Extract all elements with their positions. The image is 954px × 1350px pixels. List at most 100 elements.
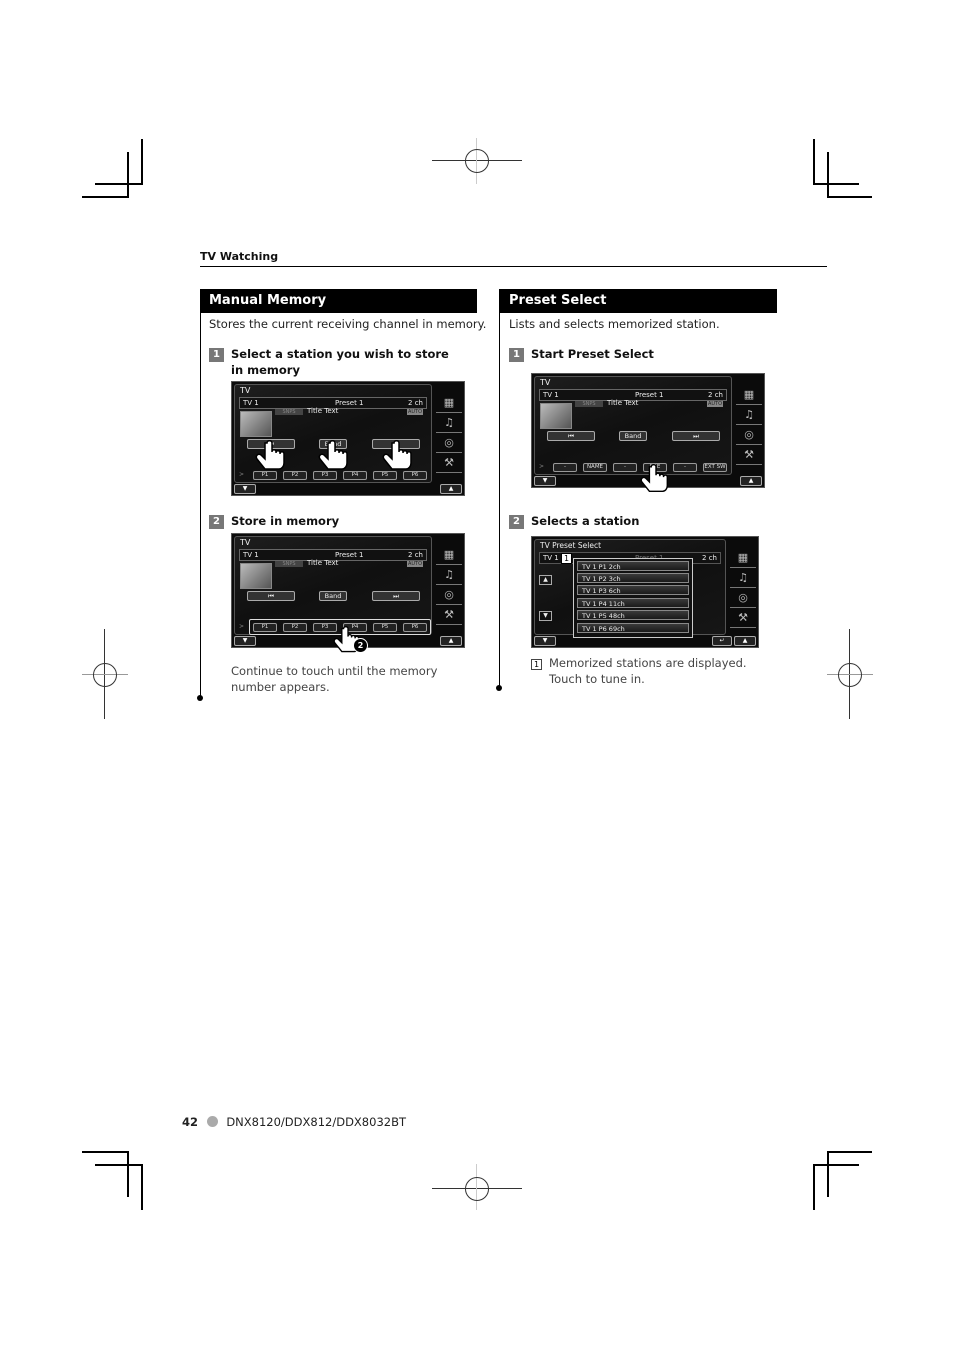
source-thumbnail <box>540 403 572 429</box>
snps-indicator: SNPS <box>275 409 303 415</box>
tools-icon[interactable]: ⚒ <box>436 606 462 625</box>
band-button[interactable]: Band <box>619 431 647 441</box>
station-item[interactable]: TV 1 P6 69ch <box>577 623 689 633</box>
channel-label: 2 ch <box>408 551 423 559</box>
bullet-dot-icon <box>206 1116 218 1127</box>
scroll-down-button[interactable]: ▼ <box>534 476 556 486</box>
column-end-dot <box>496 685 502 691</box>
speaker-icon[interactable]: ◎ <box>436 434 462 453</box>
scroll-up-button[interactable]: ▲ <box>740 476 762 486</box>
name-button[interactable]: NAME <box>583 463 607 472</box>
step-label: Start Preset Select <box>531 347 654 361</box>
auto-indicator: AUTO <box>407 561 423 567</box>
speaker-icon[interactable]: ◎ <box>436 586 462 605</box>
screen-title: TV <box>540 378 551 387</box>
func-button-3[interactable]: - <box>613 463 637 472</box>
band-button[interactable]: Band <box>319 591 347 601</box>
func-button-1[interactable]: - <box>553 463 577 472</box>
prev-channel-button[interactable]: ⏮ <box>247 591 295 601</box>
title-text: Title Text <box>607 399 639 407</box>
menu-icon[interactable]: ▦ <box>436 394 462 413</box>
auto-indicator: AUTO <box>407 409 423 415</box>
scroll-down-button[interactable]: ▼ <box>234 636 256 646</box>
step-label: Selects a station <box>531 514 640 528</box>
tools-icon[interactable]: ⚒ <box>436 454 462 473</box>
title-text: Title Text <box>307 407 339 415</box>
step-number: 1 <box>509 348 524 362</box>
column-rule-right <box>499 289 500 687</box>
preset-label: Preset 1 <box>335 551 364 559</box>
step-label: Store in memory <box>231 514 340 528</box>
page-footer: 42 DNX8120/DDX812/DDX8032BT <box>182 1115 406 1129</box>
station-item[interactable]: TV 1 P2 3ch <box>577 573 689 583</box>
more-icon[interactable]: > <box>239 471 244 478</box>
preset-button-p2[interactable]: P2 <box>283 623 307 632</box>
list-down-button[interactable]: ▼ <box>539 611 552 621</box>
more-icon[interactable]: > <box>539 463 544 470</box>
station-item[interactable]: TV 1 P4 11ch <box>577 598 689 608</box>
manual-memory-step-2: 2 Store in memory <box>209 513 339 529</box>
music-icon[interactable]: ♫ <box>730 569 756 588</box>
ext-sw-button[interactable]: EXT SW <box>703 463 727 472</box>
menu-icon[interactable]: ▦ <box>436 546 462 565</box>
timer-badge-icon: 2 <box>353 638 368 653</box>
preset-button-p1[interactable]: P1 <box>253 623 277 632</box>
source-label: TV 1 <box>243 551 259 559</box>
title-text: Title Text <box>307 559 339 567</box>
prev-channel-button[interactable]: ⏮ <box>547 431 595 441</box>
scroll-up-button[interactable]: ▲ <box>734 636 756 646</box>
music-icon[interactable]: ♫ <box>436 414 462 433</box>
source-thumbnail <box>240 563 272 589</box>
screen-title: TV Preset Select <box>540 541 602 550</box>
note-text: Memorized stations are displayed. Touch … <box>549 656 747 686</box>
preset-label: Preset 1 <box>635 391 664 399</box>
snps-indicator: SNPS <box>575 401 603 407</box>
manual-memory-note: Continue to touch until the memory numbe… <box>231 664 438 694</box>
manual-memory-description: Stores the current receiving channel in … <box>209 317 487 331</box>
touch-hand-icon <box>382 440 416 474</box>
preset-select-step-1: 1 Start Preset Select <box>509 346 654 362</box>
preset-select-description: Lists and selects memorized station. <box>509 317 720 331</box>
touch-hand-icon <box>640 464 672 496</box>
preset-select-heading: Preset Select <box>500 289 777 313</box>
snps-indicator: SNPS <box>275 561 303 567</box>
more-icon[interactable]: > <box>239 623 244 630</box>
model-numbers: DNX8120/DDX812/DDX8032BT <box>226 1115 406 1129</box>
speaker-icon[interactable]: ◎ <box>736 426 762 445</box>
return-button[interactable]: ↵ <box>712 636 732 646</box>
menu-icon[interactable]: ▦ <box>736 386 762 405</box>
tools-icon[interactable]: ⚒ <box>730 609 756 628</box>
source-label: TV 1 <box>243 399 259 407</box>
next-channel-button[interactable]: ⏭ <box>372 591 420 601</box>
speaker-icon[interactable]: ◎ <box>730 589 756 608</box>
source-thumbnail <box>240 411 272 437</box>
music-icon[interactable]: ♫ <box>436 566 462 585</box>
screen-title: TV <box>240 386 251 395</box>
scroll-up-button[interactable]: ▲ <box>440 636 462 646</box>
tv-control-screen-1: TV TV 1 Preset 1 2 ch SNPS Title Text AU… <box>231 381 465 496</box>
func-button-5[interactable]: - <box>673 463 697 472</box>
column-rule-left <box>200 289 201 697</box>
screen-title: TV <box>240 538 251 547</box>
list-up-button[interactable]: ▲ <box>539 575 552 585</box>
header-rule <box>200 266 827 267</box>
column-end-dot <box>197 695 203 701</box>
step-number: 2 <box>509 515 524 529</box>
station-item[interactable]: TV 1 P1 2ch <box>577 561 689 571</box>
manual-memory-heading: Manual Memory <box>200 289 477 313</box>
page-number: 42 <box>182 1115 199 1129</box>
next-channel-button[interactable]: ⏭ <box>672 431 720 441</box>
section-label: TV Watching <box>200 250 279 263</box>
preset-button-p5[interactable]: P5 <box>373 623 397 632</box>
preset-button-p6[interactable]: P6 <box>403 623 427 632</box>
manual-memory-step-1: 1 Select a station you wish to store in m… <box>209 346 449 377</box>
station-item[interactable]: TV 1 P5 48ch <box>577 610 689 620</box>
scroll-down-button[interactable]: ▼ <box>234 484 256 494</box>
scroll-down-button[interactable]: ▼ <box>534 636 556 646</box>
menu-icon[interactable]: ▦ <box>730 549 756 568</box>
scroll-up-button[interactable]: ▲ <box>440 484 462 494</box>
station-item[interactable]: TV 1 P3 6ch <box>577 585 689 595</box>
touch-hand-icon <box>318 440 352 474</box>
tools-icon[interactable]: ⚒ <box>736 446 762 465</box>
music-icon[interactable]: ♫ <box>736 406 762 425</box>
